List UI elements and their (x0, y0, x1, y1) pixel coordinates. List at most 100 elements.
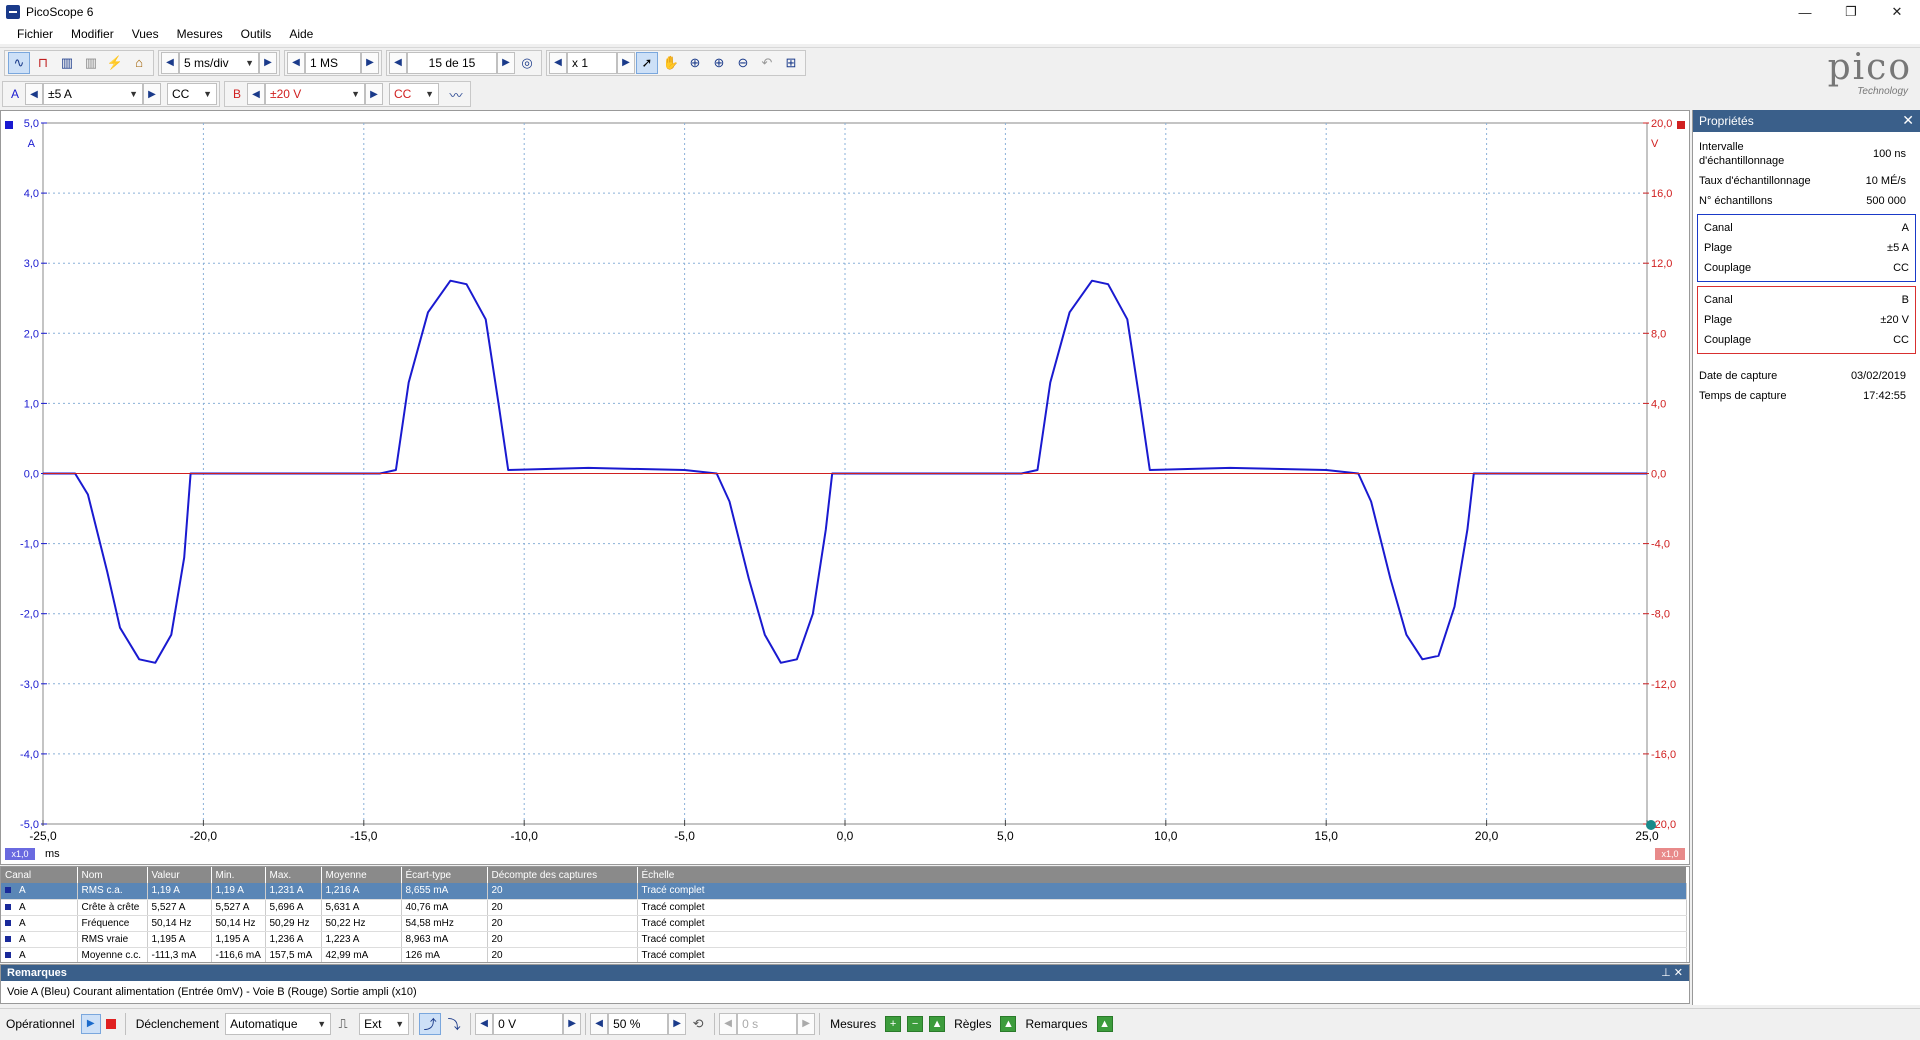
menu-modifier[interactable]: Modifier (62, 27, 123, 41)
measurement-cell: Tracé complet (637, 915, 1687, 932)
channel-a-range-next[interactable]: ▶ (143, 83, 161, 105)
pretrigger-field[interactable]: 50 % (608, 1012, 669, 1035)
remove-measure-icon[interactable]: − (907, 1015, 924, 1032)
channel-b-range-prev[interactable]: ◀ (247, 83, 265, 105)
close-icon[interactable]: ✕ (1674, 967, 1683, 979)
trigger-source-select[interactable]: Ext ▼ (359, 1012, 410, 1035)
col-ecart-type[interactable]: Écart-type (401, 867, 488, 883)
channel-a-range-value: ±5 A (48, 87, 72, 101)
channel-a-label[interactable]: A (5, 87, 25, 101)
measurement-channel-cell: A (1, 899, 78, 916)
home-icon[interactable]: ⌂ (128, 52, 150, 74)
persistence-mode-icon[interactable]: ⊓ (32, 52, 54, 74)
measurement-row[interactable]: A RMS c.a. 1,19 A 1,19 A 1,231 A 1,216 A 8,655… (1, 883, 1687, 900)
menu-aide[interactable]: Aide (280, 27, 322, 41)
zoom-fit-icon[interactable]: ⊞ (780, 52, 802, 74)
samples-prev-button[interactable]: ◀ (287, 51, 305, 74)
close-window-button[interactable]: ✕ (1874, 0, 1920, 24)
spectrum-mode-icon[interactable]: ▥ (56, 52, 78, 74)
math-channels-icon[interactable]: 〰 (445, 83, 467, 105)
scope-graph[interactable]: 5,0 4,0 3,0 2,0 1,0 0,0 -1,0 -2,0 -3,0 -4,0 -5,0 20… (1, 111, 1689, 864)
menu-vues[interactable]: Vues (123, 27, 168, 41)
scope-view[interactable]: 5,0 4,0 3,0 2,0 1,0 0,0 -1,0 -2,0 -3,0 -4,0 -5,0 20… (0, 110, 1690, 865)
measurement-cell: 5,696 A (265, 899, 322, 916)
measurement-row[interactable]: A RMS vraie 1,195 A 1,195 A 1,236 A 1,223 A 8,… (1, 931, 1687, 948)
y-right-tick-label: -16,0 (1651, 749, 1676, 761)
remarks-icon[interactable]: ▲ (1096, 1015, 1113, 1032)
zoom-area-icon[interactable]: ⊕ (684, 52, 706, 74)
col-canal[interactable]: Canal (1, 867, 78, 883)
channel-b-range-select[interactable]: ±20 V ▼ (265, 83, 365, 105)
timebase-select[interactable]: 5 ms/div ▼ (179, 51, 259, 74)
buffer-overview-icon[interactable]: ◎ (516, 52, 538, 74)
advanced-trigger-icon[interactable]: ⎍ (332, 1013, 354, 1035)
col-nom[interactable]: Nom (77, 867, 148, 883)
edit-measure-icon[interactable]: ▲ (929, 1015, 946, 1032)
channel-b-coupling-value: CC (394, 87, 412, 101)
col-min[interactable]: Min. (211, 867, 266, 883)
channel-b-label[interactable]: B (227, 87, 247, 101)
col-moyenne[interactable]: Moyenne (321, 867, 402, 883)
samples-value: 1 MS (310, 55, 339, 70)
threshold-next-button[interactable]: ▶ (563, 1012, 582, 1035)
threshold-field[interactable]: 0 V (493, 1012, 564, 1035)
menu-mesures[interactable]: Mesures (168, 27, 232, 41)
col-max[interactable]: Max. (265, 867, 322, 883)
col-echelle[interactable]: Échelle (637, 867, 1687, 883)
delay-next-button[interactable]: ▶ (797, 1012, 816, 1035)
capture-prev-button[interactable]: ◀ (389, 51, 407, 74)
zoom-next-button[interactable]: ▶ (617, 51, 635, 74)
col-decompte[interactable]: Décompte des captures (487, 867, 638, 883)
add-measure-icon[interactable]: + (885, 1015, 902, 1032)
minimize-button[interactable]: — (1782, 0, 1828, 24)
timebase-next-button[interactable]: ▶ (259, 51, 277, 74)
spectrum-alt-icon[interactable]: ▥ (80, 52, 102, 74)
zoom-out-icon[interactable]: ⊖ (732, 52, 754, 74)
channel-a-range-select[interactable]: ±5 A ▼ (43, 83, 143, 105)
samples-next-button[interactable]: ▶ (361, 51, 379, 74)
hand-icon[interactable]: ✋ (660, 52, 682, 74)
zoom-prev-button[interactable]: ◀ (549, 51, 567, 74)
zoom-in-icon[interactable]: ⊕ (708, 52, 730, 74)
rules-icon[interactable]: ▲ (1000, 1015, 1017, 1032)
remarks-text[interactable]: Voie A (Bleu) Courant alimentation (Entr… (1, 981, 1689, 1003)
prop-key: Taux d'échantillonnage (1699, 175, 1811, 187)
timebase-prev-button[interactable]: ◀ (161, 51, 179, 74)
stop-button[interactable] (101, 1014, 121, 1034)
col-valeur[interactable]: Valeur (147, 867, 212, 883)
menu-outils[interactable]: Outils (232, 27, 281, 41)
measurement-row[interactable]: A Crête à crête 5,527 A 5,527 A 5,696 A 5,631… (1, 899, 1687, 916)
measurement-row[interactable]: A Moyenne c.c. -111,3 mA -116,6 mA 157,5 mA 4… (1, 947, 1687, 962)
trigger-mode-select[interactable]: Automatique ▼ (225, 1012, 332, 1035)
probe-icon[interactable]: ⚡ (104, 52, 126, 74)
falling-edge-icon[interactable]: ⤵ (443, 1013, 465, 1035)
menu-fichier[interactable]: Fichier (8, 27, 62, 41)
measurement-row[interactable]: A Fréquence 50,14 Hz 50,14 Hz 50,29 Hz 50,22 … (1, 915, 1687, 932)
channel-b-coupling-select[interactable]: CC ▼ (389, 83, 439, 105)
scope-mode-icon[interactable]: ∿ (8, 51, 30, 74)
restore-button[interactable]: ❐ (1828, 0, 1874, 24)
pointer-icon[interactable]: ➚ (636, 51, 658, 74)
chevron-down-icon: ▼ (245, 57, 254, 68)
samples-field[interactable]: 1 MS (305, 51, 361, 74)
channel-b-range-next[interactable]: ▶ (365, 83, 383, 105)
delay-icon[interactable]: ⟲ (687, 1013, 709, 1035)
measurement-channel: A (19, 901, 26, 913)
delay-field[interactable]: 0 s (737, 1012, 798, 1035)
threshold-prev-button[interactable]: ◀ (475, 1012, 494, 1035)
zoom-field[interactable]: x 1 (567, 51, 617, 74)
rising-edge-icon[interactable]: ⤴ (419, 1012, 442, 1035)
pretrigger-next-button[interactable]: ▶ (668, 1012, 687, 1035)
pin-icon[interactable]: ⊥ (1661, 967, 1671, 979)
start-button[interactable]: ▶ (80, 1013, 101, 1034)
measurement-cell: 157,5 mA (265, 947, 322, 962)
delay-prev-button[interactable]: ◀ (719, 1012, 738, 1035)
channel-a-range-prev[interactable]: ◀ (25, 83, 43, 105)
capture-next-button[interactable]: ▶ (497, 51, 515, 74)
pretrigger-prev-button[interactable]: ◀ (590, 1012, 609, 1035)
close-icon[interactable]: ✕ (1902, 112, 1914, 129)
channel-a-coupling-select[interactable]: CC ▼ (167, 83, 217, 105)
timebase-value: 5 ms/div (184, 55, 229, 70)
undo-zoom-icon[interactable]: ↶ (756, 52, 778, 74)
capture-index-field[interactable]: 15 de 15 (407, 51, 497, 74)
